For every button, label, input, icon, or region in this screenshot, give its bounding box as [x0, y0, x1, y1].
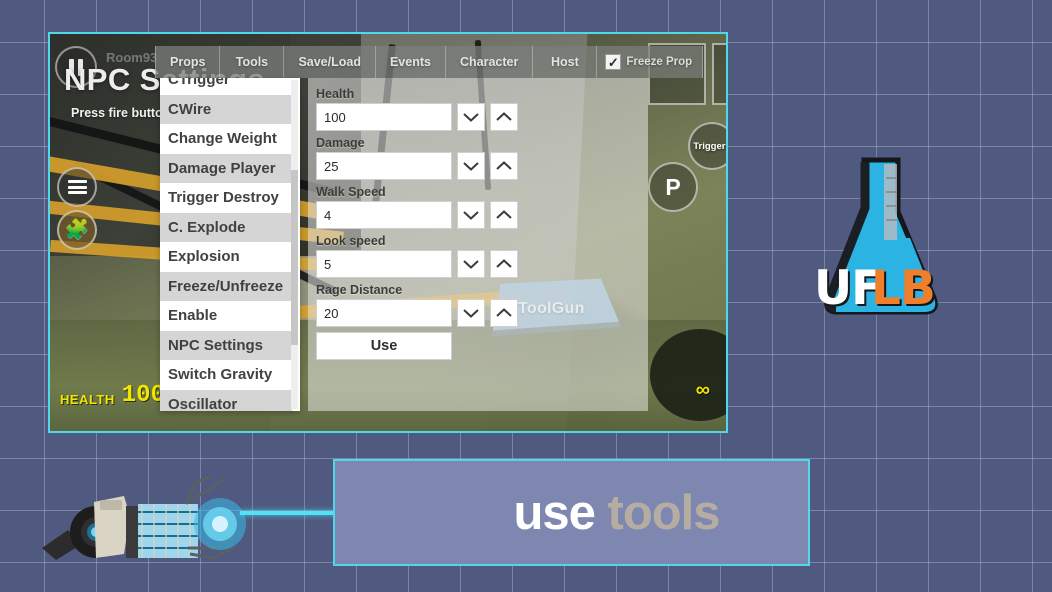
damage-increment-button[interactable] — [490, 152, 518, 180]
field-row-look-speed: 5 — [316, 250, 648, 278]
weapon-slot-selected[interactable] — [712, 43, 728, 105]
tab-props[interactable]: Props — [155, 46, 220, 78]
list-item[interactable]: NPC Settings — [160, 331, 292, 361]
freeze-prop-label: Freeze Prop — [626, 56, 692, 68]
look-speed-decrement-button[interactable] — [457, 250, 485, 278]
game-screenshot-panel: ToolGun Room93 NPC Settings Press fire b… — [48, 32, 728, 433]
energy-beam — [240, 511, 340, 515]
logo-text-lb: LB — [871, 261, 935, 316]
field-label-look-speed: Look speed — [316, 234, 648, 248]
list-item[interactable]: CTrigger — [160, 78, 292, 95]
rage-distance-input[interactable]: 20 — [316, 299, 452, 327]
list-item[interactable]: C. Explode — [160, 213, 292, 243]
tool-dropdown-list[interactable]: CTrigger CWire Change Weight Damage Play… — [160, 78, 300, 411]
look-speed-increment-button[interactable] — [490, 250, 518, 278]
field-row-damage: 25 — [316, 152, 648, 180]
health-hud: HEALTH 100 — [60, 386, 165, 407]
gravity-gun-graphic — [38, 462, 258, 566]
health-value: 100 — [122, 386, 165, 407]
list-item[interactable]: Oscillator — [160, 390, 292, 412]
tab-tools[interactable]: Tools — [220, 46, 284, 78]
tool-dropdown-items: CTrigger CWire Change Weight Damage Play… — [160, 78, 292, 411]
health-label: HEALTH — [60, 392, 115, 407]
list-item[interactable]: CWire — [160, 95, 292, 125]
damage-decrement-button[interactable] — [457, 152, 485, 180]
menu-tab-bar: Props Tools Save/Load Events Character H… — [155, 46, 703, 78]
health-increment-button[interactable] — [490, 103, 518, 131]
walk-speed-decrement-button[interactable] — [457, 201, 485, 229]
p-button[interactable]: P — [648, 162, 698, 212]
banner-word-tools: tools — [608, 486, 720, 540]
use-button[interactable]: Use — [316, 332, 452, 360]
freeze-prop-control[interactable]: ✓ Freeze Prop — [597, 46, 703, 78]
menu-button[interactable] — [57, 167, 97, 207]
walk-speed-increment-button[interactable] — [490, 201, 518, 229]
field-row-rage-distance: 20 — [316, 299, 648, 327]
npc-settings-form: Health 100 Damage 25 — [308, 78, 648, 411]
banner-word-use: use — [513, 486, 594, 540]
list-item[interactable]: Enable — [160, 301, 292, 331]
rage-distance-decrement-button[interactable] — [457, 299, 485, 327]
health-input[interactable]: 100 — [316, 103, 452, 131]
triggers-button-label: Triggers — [693, 141, 728, 152]
health-decrement-button[interactable] — [457, 103, 485, 131]
list-item[interactable]: Trigger Destroy — [160, 183, 292, 213]
hint-text: Press fire button — [71, 106, 170, 120]
ammo-infinity: ∞ — [696, 379, 710, 402]
look-speed-input[interactable]: 5 — [316, 250, 452, 278]
list-item[interactable]: Change Weight — [160, 124, 292, 154]
damage-input[interactable]: 25 — [316, 152, 452, 180]
puzzle-piece-icon: 🧩 — [65, 220, 90, 240]
field-label-health: Health — [316, 87, 648, 101]
tab-events[interactable]: Events — [376, 46, 446, 78]
mods-button[interactable]: 🧩 — [57, 210, 97, 250]
field-label-rage-distance: Rage Distance — [316, 283, 648, 297]
uflb-logo: UF LB — [808, 150, 956, 322]
use-tools-banner: use tools — [333, 459, 810, 566]
rage-distance-increment-button[interactable] — [490, 299, 518, 327]
page-root: ToolGun Room93 NPC Settings Press fire b… — [0, 0, 1052, 592]
field-label-walk-speed: Walk Speed — [316, 185, 648, 199]
list-item[interactable]: Damage Player — [160, 154, 292, 184]
tab-save-load[interactable]: Save/Load — [284, 46, 376, 78]
list-item[interactable]: Freeze/Unfreeze — [160, 272, 292, 302]
hamburger-icon — [68, 178, 87, 197]
field-row-walk-speed: 4 — [316, 201, 648, 229]
tab-host[interactable]: Host — [533, 46, 597, 78]
tab-character[interactable]: Character — [446, 46, 533, 78]
triggers-button[interactable]: Triggers — [688, 122, 728, 170]
field-label-damage: Damage — [316, 136, 648, 150]
walk-speed-input[interactable]: 4 — [316, 201, 452, 229]
list-item[interactable]: Switch Gravity — [160, 360, 292, 390]
dropdown-scrollbar-thumb[interactable] — [291, 170, 298, 345]
field-row-health: 100 — [316, 103, 648, 131]
p-button-label: P — [665, 174, 680, 201]
list-item[interactable]: Explosion — [160, 242, 292, 272]
freeze-prop-checkbox[interactable]: ✓ — [605, 54, 621, 70]
